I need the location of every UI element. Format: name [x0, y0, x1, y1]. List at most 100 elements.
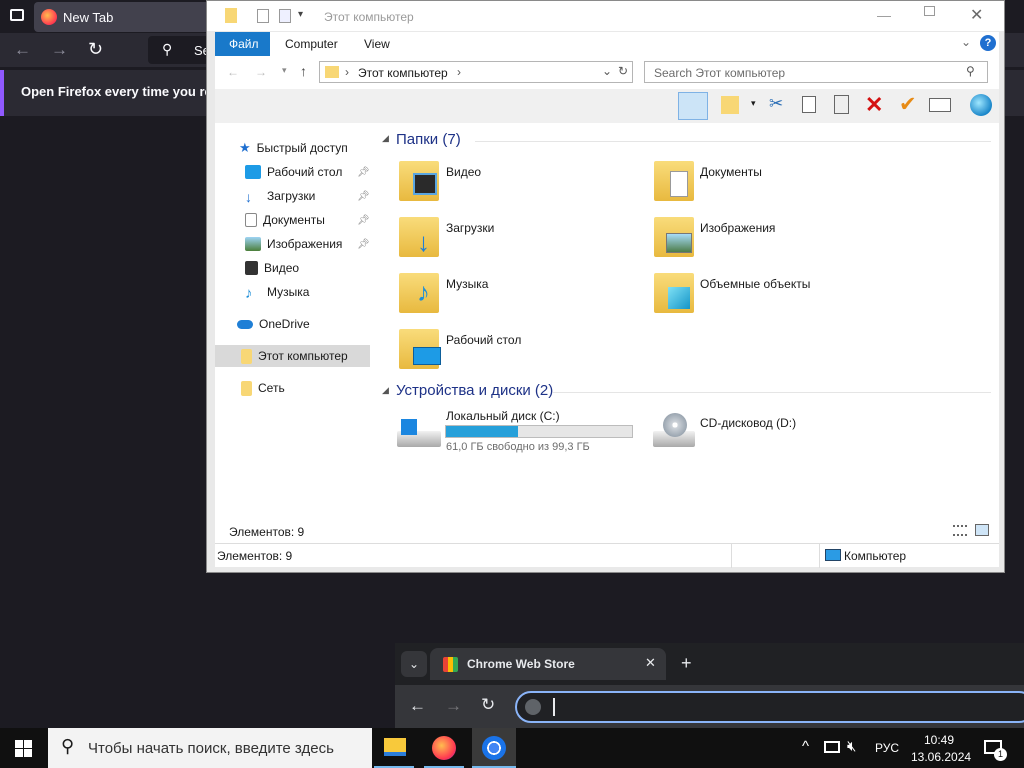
folder-item-desktop[interactable]: Рабочий стол	[399, 327, 629, 373]
forward-icon[interactable]: →	[445, 696, 462, 716]
delete-icon[interactable]: ✕	[865, 92, 883, 118]
help-icon[interactable]: ?	[980, 35, 996, 51]
search-icon: ⚲	[966, 64, 975, 78]
drive-c-usage-bar	[445, 425, 633, 438]
taskbar-search-box[interactable]: ⚲ Чтобы начать поиск, введите здесь	[48, 728, 372, 768]
properties-icon[interactable]	[257, 9, 269, 23]
download-icon: ↓	[245, 189, 252, 205]
explorer-search-input[interactable]: Search Этот компьютер ⚲	[644, 61, 988, 83]
new-item-icon[interactable]	[721, 96, 739, 114]
collapse-icon[interactable]: ◢	[382, 133, 389, 144]
ribbon-tab-computer[interactable]: Computer	[285, 37, 338, 51]
rename-icon[interactable]: ✔	[899, 92, 917, 117]
preview-pane-icon[interactable]	[678, 92, 708, 120]
nav-item-videos[interactable]: Видео	[215, 257, 371, 279]
refresh-icon[interactable]: ↻	[618, 64, 628, 78]
explorer-search-placeholder: Search Этот компьютер	[654, 66, 786, 80]
details-view-icon[interactable]	[953, 525, 967, 536]
large-icons-view-icon[interactable]	[975, 524, 989, 536]
nav-quick-access[interactable]: ★ Быстрый доступ	[215, 137, 371, 159]
new-tab-icon[interactable]: +	[681, 653, 692, 674]
reload-icon[interactable]: ↻	[88, 39, 103, 60]
forward-icon[interactable]: →	[51, 40, 68, 60]
back-icon[interactable]: ←	[409, 696, 426, 716]
volume-muted-icon[interactable]: 🔇︎	[847, 738, 856, 755]
picture-icon	[666, 233, 692, 253]
drive-item-c[interactable]: Локальный диск (C:) 61,0 ГБ свободно из …	[395, 409, 635, 455]
folder-icon	[325, 66, 339, 78]
nav-onedrive[interactable]: OneDrive	[215, 313, 371, 335]
address-dropdown-icon[interactable]: ⌄	[602, 64, 612, 78]
text-cursor	[553, 698, 555, 716]
folder-item-documents[interactable]: Документы	[654, 159, 884, 205]
tab-search-button[interactable]: ⌄	[401, 651, 427, 677]
quick-access-dropdown-icon[interactable]: ▾	[298, 9, 303, 20]
forward-icon[interactable]: →	[255, 65, 267, 79]
document-icon	[670, 171, 688, 197]
network-icon[interactable]	[824, 741, 840, 753]
folder-item-3d-objects[interactable]: Объемные объекты	[654, 271, 884, 317]
nav-item-documents[interactable]: Документы 📌︎	[215, 209, 371, 231]
drive-c-usage-fill	[446, 426, 518, 437]
clock[interactable]: 10:49 13.06.2024	[904, 731, 972, 765]
recent-locations-icon[interactable]: ▾	[282, 65, 287, 76]
nav-network[interactable]: Сеть	[215, 377, 371, 399]
folder-item-videos[interactable]: Видео	[399, 159, 629, 205]
firefox-tab-newtab[interactable]: New Tab	[34, 2, 214, 32]
site-info-icon	[525, 699, 541, 715]
back-icon[interactable]: ←	[227, 65, 239, 79]
folder-item-pictures[interactable]: Изображения	[654, 215, 884, 261]
paste-icon[interactable]	[834, 95, 849, 114]
firefox-tablist-icon[interactable]	[10, 9, 24, 21]
ribbon-tab-view[interactable]: View	[364, 37, 390, 51]
nav-label: Быстрый доступ	[256, 141, 348, 155]
globe-icon[interactable]	[970, 94, 992, 116]
nav-this-pc[interactable]: Этот компьютер	[215, 345, 370, 367]
properties-icon[interactable]	[929, 98, 951, 112]
address-bar[interactable]: › Этот компьютер › ⌄ ↻	[319, 61, 633, 83]
folder-item-music[interactable]: ♪ Музыка	[399, 271, 629, 317]
film-icon	[245, 261, 258, 275]
folder-item-downloads[interactable]: ↓ Загрузки	[399, 215, 629, 261]
folder-label: Музыка	[446, 277, 489, 291]
items-count: Элементов: 9	[229, 525, 305, 539]
maximize-button[interactable]	[924, 6, 935, 16]
nav-label: OneDrive	[259, 317, 310, 331]
language-indicator[interactable]: РУС	[875, 741, 899, 755]
explorer-title: Этот компьютер	[324, 10, 414, 24]
firefox-taskbar-icon[interactable]	[432, 736, 456, 760]
drive-item-d[interactable]: CD-дисковод (D:)	[649, 409, 849, 455]
explorer-toolbar: ▾ ✂ ✕ ✔	[215, 89, 999, 123]
show-hidden-icons-icon[interactable]: ^	[802, 738, 809, 755]
cut-icon[interactable]: ✂	[769, 94, 783, 114]
new-item-dropdown-icon[interactable]: ▾	[751, 98, 756, 109]
nav-label: Этот компьютер	[258, 349, 348, 363]
firefox-notice-text: Open Firefox every time you rest	[21, 84, 224, 99]
reload-icon[interactable]: ↻	[481, 695, 495, 715]
up-icon[interactable]: ↑	[300, 63, 307, 79]
minimize-button[interactable]: —	[877, 7, 891, 23]
nav-item-music[interactable]: ♪ Музыка	[215, 281, 371, 303]
cd-disc-icon	[663, 413, 687, 437]
back-icon[interactable]: ←	[14, 40, 31, 60]
close-tab-icon[interactable]: ✕	[645, 655, 656, 671]
folder-icon	[241, 380, 252, 396]
start-windows-icon[interactable]	[15, 740, 32, 757]
chrome-tab-web-store[interactable]: Chrome Web Store ✕	[430, 648, 666, 680]
close-button[interactable]: ✕	[970, 5, 983, 25]
address-path: Этот компьютер	[358, 66, 448, 80]
drive-c-free: 61,0 ГБ свободно из 99,3 ГБ	[446, 441, 590, 453]
nav-item-pictures[interactable]: Изображения 📌︎	[215, 233, 371, 255]
collapse-icon[interactable]: ◢	[382, 385, 389, 396]
explorer-window: ▾ Этот компьютер — ✕ Файл Computer View …	[206, 0, 1005, 573]
chrome-omnibox[interactable]	[515, 691, 1024, 723]
ribbon-expand-icon[interactable]: ⌄	[961, 35, 971, 49]
copy-icon[interactable]	[802, 96, 816, 113]
file-explorer-taskbar-icon[interactable]	[384, 738, 406, 756]
nav-label: Рабочий стол	[267, 165, 343, 179]
new-folder-icon[interactable]	[279, 9, 291, 23]
folder-label: Рабочий стол	[446, 333, 522, 347]
firefox-tab-label: New Tab	[63, 10, 114, 25]
nav-item-desktop[interactable]: Рабочий стол 📌︎	[215, 161, 371, 183]
nav-item-downloads[interactable]: ↓ Загрузки 📌︎	[215, 185, 371, 207]
